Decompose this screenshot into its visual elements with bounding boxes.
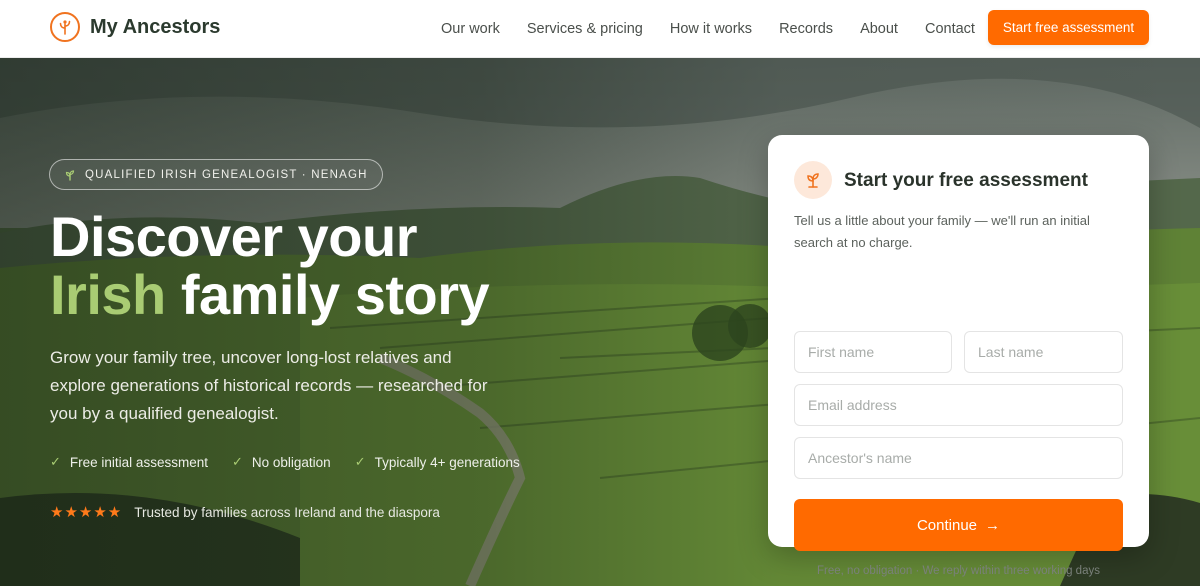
benefit-label: Typically 4+ generations <box>374 454 520 470</box>
nav-link-about[interactable]: About <box>860 21 898 37</box>
trust-text: Trusted by families across Ireland and t… <box>134 504 440 520</box>
nav-link-contact[interactable]: Contact <box>925 21 975 37</box>
main-nav: Our work Services & pricing How it works… <box>441 0 1002 58</box>
nav-link-our-work[interactable]: Our work <box>441 21 500 37</box>
sprout-icon <box>64 169 76 181</box>
header-start-assessment-button[interactable]: Start free assessment <box>988 10 1149 45</box>
tree-icon <box>50 12 80 42</box>
check-icon: ✓ <box>231 454 243 469</box>
hero-subtitle: Grow your family tree, uncover long-lost… <box>50 348 488 423</box>
headline-line-2: family story <box>165 263 490 326</box>
benefit-list: ✓ Free initial assessment ✓ No obligatio… <box>50 454 544 470</box>
continue-button[interactable]: Continue → <box>794 499 1123 551</box>
qualification-badge: QUALIFIED IRISH GENEALOGIST · NENAGH <box>49 159 383 190</box>
hero-headline: Discover your Irish family story <box>50 205 490 326</box>
badge-label: QUALIFIED IRISH GENEALOGIST · NENAGH <box>85 168 368 181</box>
continue-label: Continue <box>916 516 978 534</box>
arrow-right-icon: → <box>985 516 1001 534</box>
ancestor-name-field[interactable] <box>794 437 1123 479</box>
form-fine-print: Free, no obligation · We reply within th… <box>817 565 1100 577</box>
sprout-icon <box>794 161 832 199</box>
hero-section: QUALIFIED IRISH GENEALOGIST · NENAGH Dis… <box>0 58 1200 586</box>
star-rating-icon: ★★★★★ <box>50 504 123 521</box>
benefit-label: No obligation <box>251 454 331 470</box>
headline-accent-word: Irish <box>50 263 166 326</box>
first-name-field[interactable] <box>794 331 952 373</box>
check-icon: ✓ <box>354 454 366 469</box>
check-icon: ✓ <box>50 454 61 469</box>
form-title: Start your free assessment <box>844 170 1088 191</box>
benefit-label: Free initial assessment <box>69 454 208 470</box>
benefit-item: ✓ Typically 4+ generations <box>355 454 520 470</box>
logo[interactable]: My Ancestors <box>50 12 220 42</box>
brand-name: My Ancestors <box>90 15 221 38</box>
nav-link-records[interactable]: Records <box>779 21 833 37</box>
nav-link-how-it-works[interactable]: How it works <box>670 21 752 37</box>
headline-line-1: Discover your <box>50 205 418 268</box>
assessment-form-card: Start your free assessment Tell us a lit… <box>768 135 1149 577</box>
benefit-item: ✓ No obligation <box>232 454 331 470</box>
nav-link-services-pricing[interactable]: Services & pricing <box>527 21 643 37</box>
email-field[interactable] <box>794 384 1123 426</box>
last-name-field[interactable] <box>964 331 1123 373</box>
benefit-item: ✓ Free initial assessment <box>50 454 208 470</box>
site-header: My Ancestors Our work Services & pricing… <box>0 0 1200 58</box>
trust-line: ★★★★★ Trusted by families across Ireland… <box>50 503 440 521</box>
form-description: Tell us a little about your family — we'… <box>794 213 1090 250</box>
